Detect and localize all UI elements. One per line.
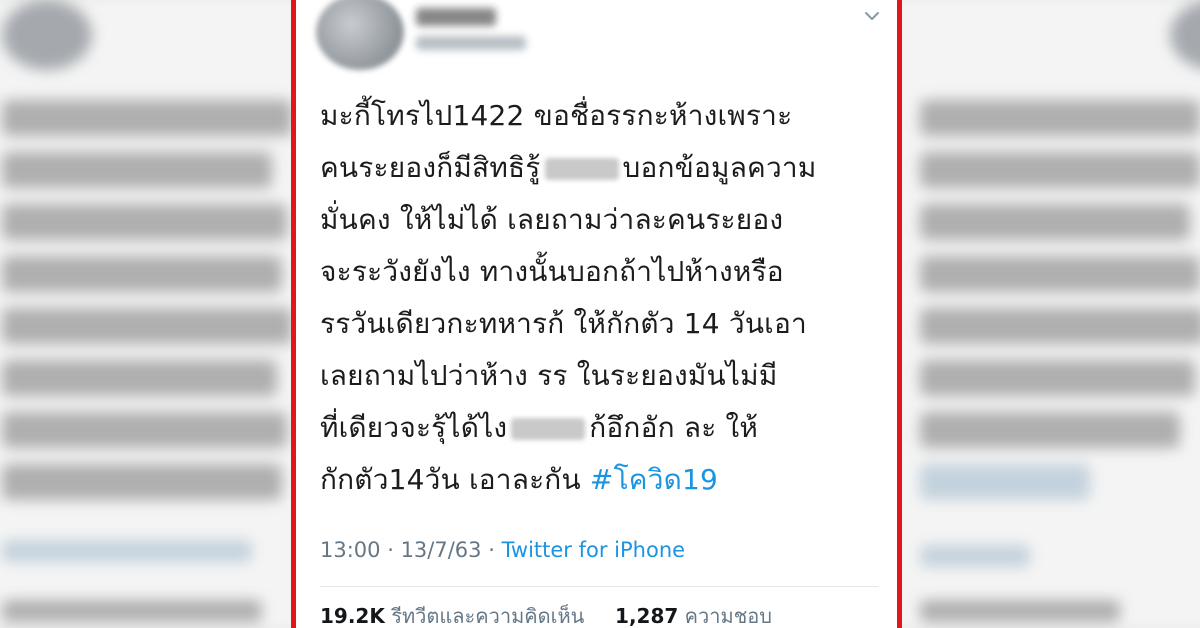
meta-separator: ·	[380, 538, 401, 562]
username-handle-redacted[interactable]	[416, 36, 526, 50]
tweet-text-segment: กักตัว14วัน เอาละกัน	[320, 463, 590, 496]
hashtag-link[interactable]: #โควิด19	[590, 463, 718, 496]
divider	[320, 586, 879, 587]
tweet-text-line: มะกี้โทรไป1422 ขอชื่อรรกะห้างเพราะ	[320, 90, 885, 142]
retweets-label[interactable]: รีทวีตและความคิดเห็น	[391, 604, 584, 628]
tweet-text-segment: รรวันเดียวกะทหารก้ ให้กักตัว 14 วันเอา	[320, 307, 807, 340]
tweet-text-line: รรวันเดียวกะทหารก้ ให้กักตัว 14 วันเอา	[320, 298, 885, 350]
tweet-text-line: จะระวังยังไง ทางนั้นบอกถ้าไปห้างหรือ	[320, 246, 885, 298]
tweet-text-segment: มะกี้โทรไป1422 ขอชื่อรรกะห้างเพราะ	[320, 99, 793, 132]
tweet-text-segment: บอกข้อมูลความ	[622, 151, 817, 184]
tweet-text-segment: คนระยองก็มีสิทธิรู้	[320, 151, 541, 184]
display-name-redacted[interactable]	[416, 8, 496, 26]
chevron-down-icon[interactable]	[862, 6, 882, 26]
redacted-text	[511, 418, 586, 440]
retweets-count[interactable]: 19.2K	[320, 604, 385, 628]
meta-separator: ·	[481, 538, 502, 562]
redacted-text	[544, 158, 619, 180]
tweet-text-segment: เลยถามไปว่าห้าง รร ในระยองมันไม่มี	[320, 359, 778, 392]
screenshot-stage: มะกี้โทรไป1422 ขอชื่อรรกะห้างเพราะคนระยอ…	[0, 0, 1200, 628]
tweet-text-line: มั่นคง ให้ไม่ได้ เลยถามว่าละคนระยอง	[320, 194, 885, 246]
tweet-text: มะกี้โทรไป1422 ขอชื่อรรกะห้างเพราะคนระยอ…	[320, 90, 885, 506]
tweet-text-line: เลยถามไปว่าห้าง รร ในระยองมันไม่มี	[320, 350, 885, 402]
tweet-text-segment: ที่เดียวจะรุ้ได้ไง	[320, 411, 508, 444]
likes-label[interactable]: ความชอบ	[685, 604, 772, 628]
tweet-text-line: คนระยองก็มีสิทธิรู้ บอกข้อมูลความ	[320, 142, 885, 194]
tweet-text-segment: จะระวังยังไง ทางนั้นบอกถ้าไปห้างหรือ	[320, 255, 784, 288]
tweet-stats: 19.2K รีทวีตและความคิดเห็น 1,287 ความชอบ	[320, 600, 772, 628]
tweet-source-link[interactable]: Twitter for iPhone	[502, 538, 686, 562]
tweet-time[interactable]: 13:00	[320, 538, 381, 562]
tweet-text-line: ที่เดียวจะรุ้ได้ไง ก้อึกอัก ละ ให้	[320, 402, 885, 454]
tweet-card: มะกี้โทรไป1422 ขอชื่อรรกะห้างเพราะคนระยอ…	[291, 0, 902, 628]
tweet-text-line: กักตัว14วัน เอาละกัน #โควิด19	[320, 454, 885, 506]
likes-count[interactable]: 1,287	[615, 604, 678, 628]
tweet-text-segment: ก้อึกอัก ละ ให้	[589, 411, 759, 444]
tweet-text-segment: มั่นคง ให้ไม่ได้ เลยถามว่าละคนระยอง	[320, 203, 784, 236]
tweet-meta: 13:00 · 13/7/63 · Twitter for iPhone	[320, 538, 685, 562]
user-avatar[interactable]	[316, 0, 404, 70]
tweet-date[interactable]: 13/7/63	[401, 538, 482, 562]
